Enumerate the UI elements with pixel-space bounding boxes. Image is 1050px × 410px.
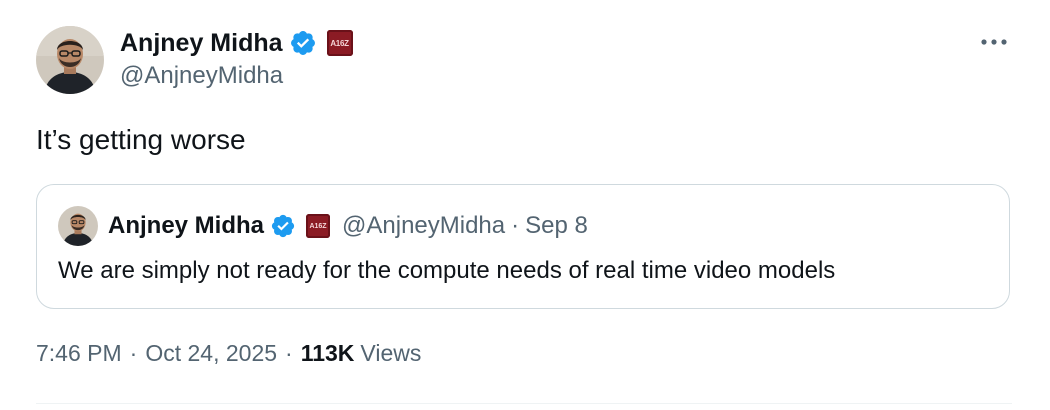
verified-badge-icon [290,31,315,55]
author-name-row: Anjney Midha A16Z [120,27,353,59]
tweet-text: It’s getting worse [36,124,246,155]
tweet-meta: 7:46 PM · Oct 24, 2025 · 113K Views [36,340,421,367]
tweet-time[interactable]: 7:46 PM [36,340,122,367]
tweet: Anjney Midha A16Z @AnjneyMidha It’s gett… [0,0,1050,410]
verified-badge-icon [271,214,295,238]
affiliate-badge-icon[interactable]: A16Z [326,30,353,56]
more-options-icon [981,39,1007,45]
divider [36,403,1012,404]
quoted-tweet-text: We are simply not ready for the compute … [58,257,836,284]
affiliate-badge-icon: A16Z [306,214,331,238]
quoted-date[interactable]: Sep 8 [525,212,588,240]
meta-separator: · [129,340,138,366]
quoted-author-name[interactable]: Anjney Midha [108,212,264,240]
quoted-tweet-card[interactable]: Anjney Midha A16Z @AnjneyMidha · Sep 8 W… [36,184,1010,309]
quoted-author-handle: @AnjneyMidha [342,212,506,239]
more-options-button[interactable] [976,28,1012,56]
views-count[interactable]: 113K [301,340,355,367]
views-label[interactable]: Views [360,340,421,367]
author-avatar[interactable] [36,26,104,94]
tweet-date[interactable]: Oct 24, 2025 [145,340,277,367]
author-handle[interactable]: @AnjneyMidha [120,62,283,90]
meta-separator: · [285,340,293,366]
quoted-header-row: Anjney Midha A16Z @AnjneyMidha · Sep 8 [108,210,588,242]
author-display-name[interactable]: Anjney Midha [120,29,283,58]
quoted-separator: · [511,212,520,239]
quoted-author-avatar[interactable] [58,206,98,246]
